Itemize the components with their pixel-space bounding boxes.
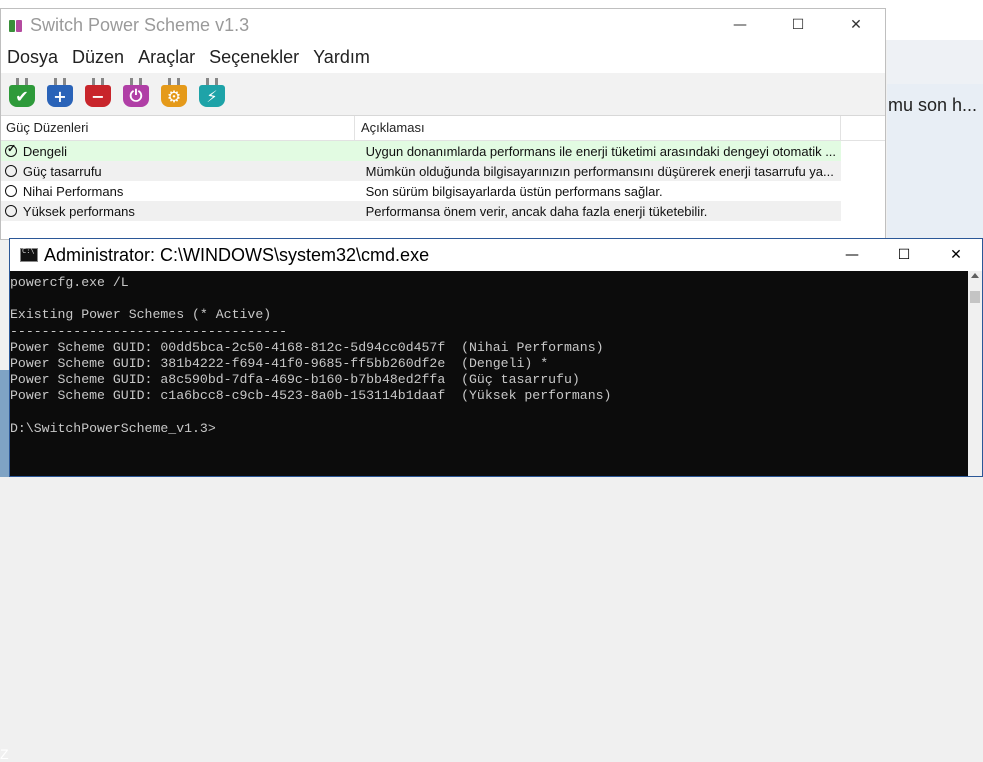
maximize-button[interactable]: ☐ bbox=[769, 9, 827, 41]
radio-icon[interactable] bbox=[5, 185, 17, 197]
add-button[interactable]: + bbox=[45, 78, 75, 110]
scheme-name: Güç tasarrufu bbox=[22, 163, 102, 179]
scheme-name: Dengeli bbox=[22, 143, 67, 159]
cmd-line: Existing Power Schemes (* Active) bbox=[10, 307, 272, 323]
background-partial-text: mu son h... bbox=[888, 95, 978, 115]
scheme-row[interactable]: Yüksek performans Performansa önem verir,… bbox=[1, 201, 841, 221]
menu-bar: Dosya Düzen Araçlar Seçenekler Yardım bbox=[1, 41, 885, 73]
list-header: Güç Düzenleri Açıklaması bbox=[1, 116, 885, 141]
remove-button[interactable]: − bbox=[83, 78, 113, 110]
cmd-line: Power Scheme GUID: a8c590bd-7dfa-469c-b1… bbox=[10, 372, 580, 388]
cmd-maximize-button[interactable]: ☐ bbox=[878, 239, 930, 271]
activate-button[interactable]: ✔ bbox=[7, 78, 37, 110]
cmd-titlebar[interactable]: Administrator: C:\WINDOWS\system32\cmd.e… bbox=[10, 239, 982, 271]
cmd-line: D:\SwitchPowerScheme_v1.3> bbox=[10, 420, 216, 436]
menu-yardim[interactable]: Yardım bbox=[313, 47, 370, 68]
activate-icon: ✔ bbox=[9, 85, 35, 107]
cmd-line: powercfg.exe /L bbox=[10, 275, 129, 290]
scheme-description: Mümkün olduğunda bilgisayarınızın perfor… bbox=[365, 163, 834, 179]
scheme-description: Performansa önem verir, ancak daha fazla… bbox=[365, 203, 708, 219]
toolbar: ✔ + − ⏻ ⚙ ⚡ bbox=[1, 73, 885, 116]
app-icon bbox=[8, 17, 24, 33]
plug-button[interactable]: ⏻ bbox=[121, 78, 151, 110]
radio-icon[interactable] bbox=[5, 165, 17, 177]
settings-button[interactable]: ⚙ bbox=[159, 78, 189, 110]
menu-dosya[interactable]: Dosya bbox=[7, 47, 58, 68]
sps-window-title: Switch Power Scheme v1.3 bbox=[30, 14, 250, 35]
cmd-scrollbar[interactable] bbox=[968, 271, 982, 476]
plug-icon: ⏻ bbox=[123, 85, 149, 107]
cmd-window: Administrator: C:\WINDOWS\system32\cmd.e… bbox=[9, 238, 983, 477]
menu-araclar[interactable]: Araçlar bbox=[138, 47, 195, 68]
background-window-header bbox=[887, 40, 983, 84]
scheme-name: Yüksek performans bbox=[22, 203, 135, 219]
active-check-icon[interactable] bbox=[5, 142, 17, 157]
radio-icon[interactable] bbox=[5, 205, 17, 217]
cmd-close-button[interactable]: ✕ bbox=[930, 239, 982, 271]
scheme-description: Son sürüm bilgisayarlarda üstün performa… bbox=[365, 183, 663, 199]
menu-duzen[interactable]: Düzen bbox=[72, 47, 124, 68]
cmd-line bbox=[10, 291, 960, 307]
cmd-icon bbox=[20, 247, 38, 262]
cmd-minimize-button[interactable]: — bbox=[826, 239, 878, 271]
scheme-description: Uygun donanımlarda performans ile enerji… bbox=[365, 143, 837, 159]
column-header-schemes[interactable]: Güç Düzenleri bbox=[1, 116, 355, 140]
cmd-line: Power Scheme GUID: c1a6bcc8-c9cb-4523-8a… bbox=[10, 388, 612, 404]
menu-secenekler[interactable]: Seçenekler bbox=[209, 47, 299, 68]
settings-icon: ⚙ bbox=[161, 85, 187, 107]
power-icon: ⚡ bbox=[199, 85, 225, 107]
cmd-line bbox=[10, 405, 960, 421]
scheme-name: Nihai Performans bbox=[22, 183, 124, 199]
minimize-button[interactable]: — bbox=[711, 9, 769, 41]
scheme-row[interactable]: Nihai Performans Son sürüm bilgisayarlard… bbox=[1, 181, 841, 201]
scheme-row[interactable]: Dengeli Uygun donanımlarda performans ile… bbox=[1, 141, 841, 161]
sps-titlebar[interactable]: Switch Power Scheme v1.3 — ☐ ✕ bbox=[1, 9, 885, 41]
cmd-line: ----------------------------------- bbox=[10, 323, 287, 339]
cmd-line: Power Scheme GUID: 00dd5bca-2c50-4168-81… bbox=[10, 339, 604, 355]
power-button[interactable]: ⚡ bbox=[197, 78, 227, 110]
switch-power-scheme-window: Switch Power Scheme v1.3 — ☐ ✕ Dosya Düz… bbox=[0, 8, 886, 240]
remove-icon: − bbox=[85, 85, 111, 107]
scroll-up-icon[interactable] bbox=[971, 273, 979, 278]
column-header-description[interactable]: Açıklaması bbox=[355, 116, 841, 140]
add-icon: + bbox=[47, 85, 73, 107]
scroll-thumb[interactable] bbox=[970, 291, 980, 303]
cmd-output: powercfg.exe /L Existing Power Schemes (*… bbox=[10, 275, 960, 437]
scheme-row[interactable]: Güç tasarrufu Mümkün olduğunda bilgisayar… bbox=[1, 161, 841, 181]
cmd-window-title: Administrator: C:\WINDOWS\system32\cmd.e… bbox=[44, 244, 430, 265]
scheme-list: Dengeli Uygun donanımlarda performans ile… bbox=[1, 141, 885, 221]
cmd-console[interactable]: powercfg.exe /L Existing Power Schemes (*… bbox=[10, 271, 982, 476]
close-button[interactable]: ✕ bbox=[827, 9, 885, 41]
cmd-line: Power Scheme GUID: 381b4222-f694-41f0-96… bbox=[10, 356, 549, 371]
